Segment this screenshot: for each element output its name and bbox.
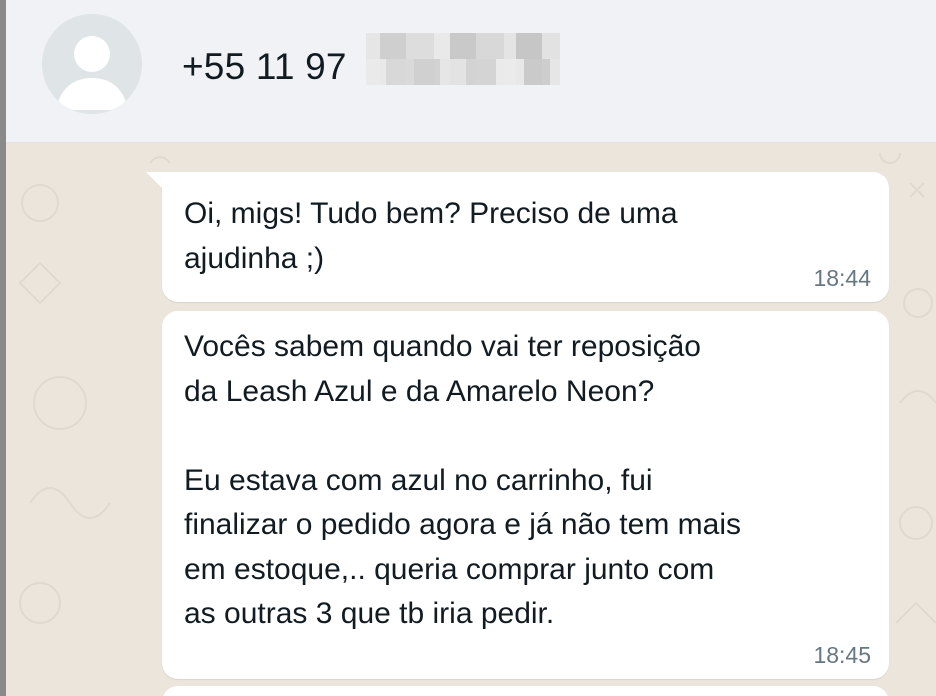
- message-text: Oi, migs! Tudo bem? Preciso de uma ajudi…: [184, 197, 678, 275]
- message-time: 18:44: [813, 265, 871, 291]
- window-edge: [0, 0, 6, 696]
- message-text: Vocês sabem quando vai ter reposição da …: [184, 330, 741, 630]
- message-bubble-partial[interactable]: [162, 686, 889, 696]
- redacted-number-blur: [366, 33, 560, 85]
- default-avatar-icon: [42, 14, 142, 114]
- message-bubble[interactable]: Vocês sabem quando vai ter reposição da …: [162, 311, 889, 679]
- contact-name[interactable]: +55 11 97: [182, 46, 347, 88]
- chat-header: +55 11 97: [0, 0, 936, 143]
- message-bubble[interactable]: Oi, migs! Tudo bem? Preciso de uma ajudi…: [162, 172, 889, 302]
- message-time: 18:45: [813, 642, 871, 668]
- contact-avatar[interactable]: [42, 14, 142, 114]
